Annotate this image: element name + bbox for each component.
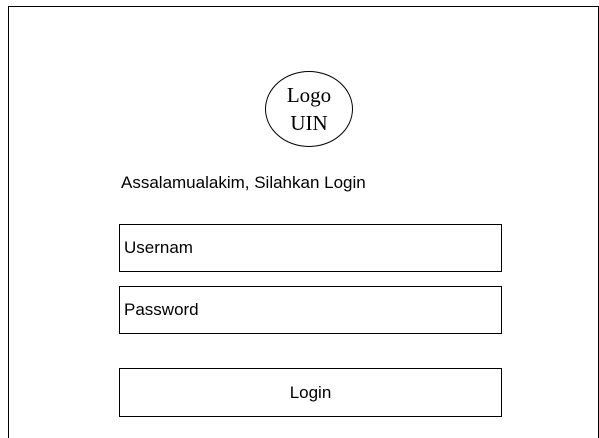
- login-button[interactable]: Login: [119, 368, 502, 417]
- login-button-label: Login: [289, 382, 332, 402]
- username-placeholder: Usernam: [124, 238, 193, 257]
- greeting-text: Assalamualakim, Silahkan Login: [121, 173, 366, 192]
- logo-uin: Logo UIN: [265, 71, 353, 147]
- logo-text-line2: UIN: [290, 111, 328, 135]
- username-input[interactable]: Usernam: [119, 224, 502, 272]
- password-input[interactable]: Password: [119, 286, 502, 334]
- logo-text-line1: Logo: [286, 83, 332, 107]
- password-placeholder: Password: [124, 300, 199, 319]
